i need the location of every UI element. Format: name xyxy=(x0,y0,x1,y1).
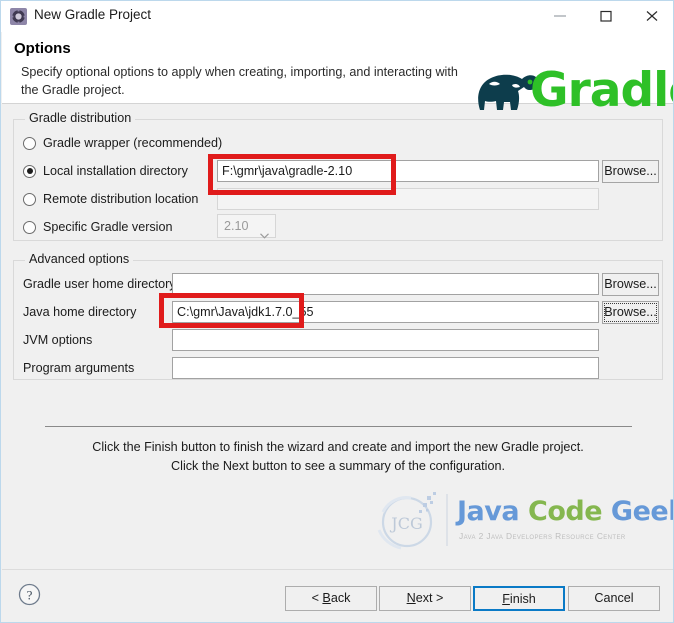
advanced-options-group-title: Advanced options xyxy=(25,252,134,266)
next-button-mnemonic: N xyxy=(406,591,416,605)
radio-local-installation-directory[interactable]: Local installation directory xyxy=(23,160,188,182)
new-gradle-project-dialog: New Gradle Project Options Specify optio… xyxy=(0,0,674,623)
gradle-distribution-group-title: Gradle distribution xyxy=(25,111,136,125)
back-button-suffix: ack xyxy=(330,591,351,605)
dialog-button-bar: ? < Back Next > Finish Cancel xyxy=(2,569,673,622)
radio-gradle-wrapper-label: Gradle wrapper (recommended) xyxy=(43,136,223,150)
jvm-options-label: JVM options xyxy=(23,333,93,347)
gradle-user-home-directory-label: Gradle user home directory xyxy=(23,277,176,291)
footer-separator xyxy=(45,426,632,427)
jcg-wordmark: Java Code Geeks xyxy=(457,496,673,527)
radio-remote-distribution-location-label: Remote distribution location xyxy=(43,192,199,206)
page-description: Specify optional options to apply when c… xyxy=(21,65,458,97)
radio-specific-gradle-version-indicator[interactable] xyxy=(23,220,36,234)
back-button-mnemonic: B xyxy=(322,591,331,605)
specific-gradle-version-value: 2.10 xyxy=(224,219,249,233)
close-icon[interactable] xyxy=(629,1,673,32)
remote-distribution-location-input xyxy=(217,188,599,210)
java-home-browse-button[interactable]: Browse... xyxy=(602,301,659,324)
page-title: Options xyxy=(14,40,71,57)
gradle-user-home-browse-button[interactable]: Browse... xyxy=(602,273,659,296)
radio-local-installation-directory-label: Local installation directory xyxy=(43,164,188,178)
java-home-directory-input[interactable]: C:\gmr\Java\jdk1.7.0_55 xyxy=(172,301,599,323)
svg-text:JCG: JCG xyxy=(389,514,422,533)
next-button-suffix: ext > xyxy=(415,591,444,605)
finish-note-line1: Click the Finish button to finish the wi… xyxy=(92,440,498,454)
svg-text:?: ? xyxy=(27,588,33,603)
java-home-directory-label: Java home directory xyxy=(23,305,137,319)
radio-gradle-wrapper[interactable]: Gradle wrapper (recommended) xyxy=(23,132,222,154)
next-button[interactable]: Next > xyxy=(379,586,471,611)
gradle-distribution-group: Gradle distribution Gradle wrapper (reco… xyxy=(13,111,663,241)
program-arguments-label: Program arguments xyxy=(23,361,135,375)
local-installation-directory-input[interactable]: F:\gmr\java\gradle-2.10 xyxy=(217,160,599,182)
radio-specific-gradle-version-label: Specific Gradle version xyxy=(43,220,173,234)
maximize-icon[interactable] xyxy=(583,1,629,32)
gradle-wordmark: Gradle xyxy=(530,63,673,118)
gradle-user-home-directory-input[interactable] xyxy=(172,273,599,295)
back-button[interactable]: < Back xyxy=(285,586,377,611)
cancel-button[interactable]: Cancel xyxy=(568,586,660,611)
advanced-options-group: Advanced options Gradle user home direct… xyxy=(13,252,663,380)
radio-specific-gradle-version[interactable]: Specific Gradle version xyxy=(23,216,173,238)
specific-gradle-version-combo: 2.10 xyxy=(217,214,276,239)
finish-note: Click the Finish button to finish the wi… xyxy=(88,438,588,476)
jcg-word-code: Code xyxy=(528,496,603,527)
minimize-icon[interactable] xyxy=(537,1,583,32)
jcg-word-geeks: Geeks xyxy=(610,496,673,527)
radio-gradle-wrapper-indicator[interactable] xyxy=(23,136,36,150)
radio-local-installation-directory-indicator[interactable] xyxy=(23,164,36,178)
window-title: New Gradle Project xyxy=(34,7,152,22)
jcg-word-java: Java xyxy=(457,496,520,527)
jvm-options-input[interactable] xyxy=(172,329,599,351)
wizard-header: Options Specify optional options to appl… xyxy=(2,32,673,118)
finish-button-mnemonic: F xyxy=(502,592,510,606)
title-bar: New Gradle Project xyxy=(1,1,673,32)
chevron-down-icon xyxy=(260,224,269,246)
java-code-geeks-watermark: JCG Java Code Geeks Java 2 Java Develope… xyxy=(371,490,673,552)
finish-button[interactable]: Finish xyxy=(473,586,565,611)
radio-remote-distribution-location-indicator[interactable] xyxy=(23,192,36,206)
radio-remote-distribution-location[interactable]: Remote distribution location xyxy=(23,188,198,210)
cancel-button-label: Cancel xyxy=(594,591,634,605)
finish-button-suffix: inish xyxy=(509,592,536,606)
back-button-prefix: < xyxy=(311,591,323,605)
local-installation-browse-button[interactable]: Browse... xyxy=(602,160,659,183)
help-question-icon[interactable]: ? xyxy=(18,583,41,606)
jcg-monogram-icon: JCG xyxy=(377,492,448,550)
program-arguments-input[interactable] xyxy=(172,357,599,379)
gradle-logo: Gradle xyxy=(474,60,673,122)
gradle-app-icon xyxy=(10,8,27,25)
jcg-tagline: Java 2 Java Developers Resource Center xyxy=(459,531,626,541)
